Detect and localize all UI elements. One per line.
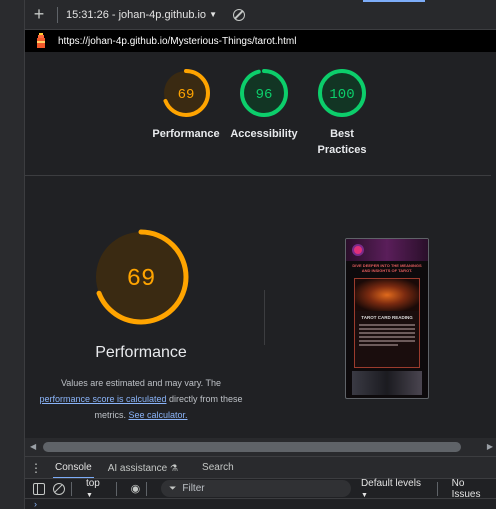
log-levels-dropdown[interactable]: Default levels ▼	[361, 478, 431, 500]
lighthouse-toolbar: + 15:31:26 - johan-4p.github.io ▼	[25, 0, 496, 30]
tab-search[interactable]: Search	[194, 457, 242, 479]
gauge-label: Accessibility	[230, 128, 298, 140]
chevron-down-icon: ▼	[85, 491, 93, 499]
thumb-card-title: TAROT CARD READING	[361, 315, 413, 320]
new-report-button[interactable]: +	[27, 4, 51, 25]
lighthouse-logo-icon	[37, 33, 45, 48]
chevron-down-icon[interactable]: ▼	[209, 10, 217, 19]
scrollbar-thumb[interactable]	[43, 442, 461, 452]
thumb-card-text	[359, 324, 415, 346]
score-ring: 100	[318, 69, 366, 117]
vertical-scrollbar[interactable]	[491, 52, 496, 438]
score-calculated-link[interactable]: performance score is calculated	[39, 394, 166, 404]
toolbar-divider	[146, 481, 148, 496]
performance-description: Values are estimated and may vary. The p…	[25, 375, 257, 423]
active-tab-indicator	[363, 0, 425, 2]
gauge-performance[interactable]: 69 Performance	[141, 67, 231, 142]
devtools-window: + 15:31:26 - johan-4p.github.io ▼ https:…	[0, 0, 496, 509]
clear-console-icon[interactable]	[52, 482, 65, 495]
site-logo-icon	[352, 244, 364, 256]
toolbar-divider	[70, 481, 72, 496]
eye-icon[interactable]: ◉	[131, 482, 141, 495]
flask-icon: ⚗	[169, 462, 179, 473]
clear-reports-icon[interactable]	[232, 8, 245, 21]
issues-counter[interactable]: No Issues	[452, 478, 496, 500]
log-levels-value: Default levels	[360, 477, 421, 489]
performance-section: 69 Performance Values are estimated and …	[25, 177, 496, 438]
score-ring: 69	[162, 69, 210, 117]
performance-title: Performance	[95, 344, 187, 361]
scroll-right-icon[interactable]: ▶	[487, 442, 493, 451]
gauge-best-practices[interactable]: 100 Best Practices	[297, 67, 387, 158]
tab-ai-assistance[interactable]: AI assistance ⚗	[100, 457, 186, 479]
report-url[interactable]: https://johan-4p.github.io/Mysterious-Th…	[58, 36, 296, 47]
category-gauges: 69 Performance 96 Accessibility 100 Best…	[25, 52, 496, 176]
tab-console[interactable]: Console	[47, 457, 100, 479]
console-prompt[interactable]: ›	[25, 500, 496, 509]
filter-placeholder: Filter	[182, 483, 205, 494]
thumb-card: TAROT CARD READING	[354, 278, 420, 368]
thumb-bottom-image	[352, 371, 422, 395]
performance-score: 69	[127, 266, 156, 293]
see-calculator-link[interactable]: See calculator.	[128, 410, 187, 420]
tab-ai-assistance-label: AI assistance	[107, 462, 168, 474]
gauge-label: Best Practices	[317, 128, 367, 156]
score-value: 96	[256, 87, 273, 103]
report-selector[interactable]: 15:31:26 - johan-4p.github.io	[66, 9, 206, 21]
page-screenshot-thumbnail[interactable]: DIVE DEEPER INTO THE MEANINGS AND INSIGH…	[345, 238, 429, 399]
sidebar-toggle-icon[interactable]	[33, 482, 45, 495]
toolbar-divider	[436, 481, 438, 496]
desc-text-1: Values are estimated and may vary. The	[60, 378, 222, 388]
gauge-label: Performance	[152, 128, 220, 140]
more-options-icon[interactable]: ⋮	[25, 461, 47, 475]
candle-image	[355, 279, 419, 311]
chevron-down-icon: ▼	[360, 491, 368, 499]
console-toolbar: top ▼ ◉ ⏷ Filter Default levels ▼ No Iss…	[25, 478, 496, 500]
scroll-left-icon[interactable]: ◀	[30, 442, 36, 451]
report-url-bar: https://johan-4p.github.io/Mysterious-Th…	[25, 30, 496, 52]
left-edge-panel	[0, 0, 25, 509]
score-value: 100	[329, 87, 354, 103]
thumb-headline: DIVE DEEPER INTO THE MEANINGS AND INSIGH…	[352, 263, 422, 273]
gauge-accessibility[interactable]: 96 Accessibility	[219, 67, 309, 142]
toolbar-divider	[57, 6, 58, 23]
section-divider	[264, 290, 265, 345]
thumb-header	[346, 239, 428, 261]
context-selector[interactable]: top ▼	[86, 478, 110, 500]
context-value: top	[85, 477, 100, 489]
toolbar-divider	[115, 481, 117, 496]
drawer-tab-bar: ⋮ Console AI assistance ⚗ Search	[25, 456, 496, 479]
filter-icon: ⏷	[169, 483, 177, 493]
performance-big-gauge: 69	[93, 229, 189, 325]
score-ring: 96	[240, 69, 288, 117]
score-value: 69	[178, 87, 195, 103]
console-filter-input[interactable]: ⏷ Filter	[161, 480, 351, 497]
horizontal-scrollbar[interactable]: ◀ ▶	[25, 438, 496, 456]
